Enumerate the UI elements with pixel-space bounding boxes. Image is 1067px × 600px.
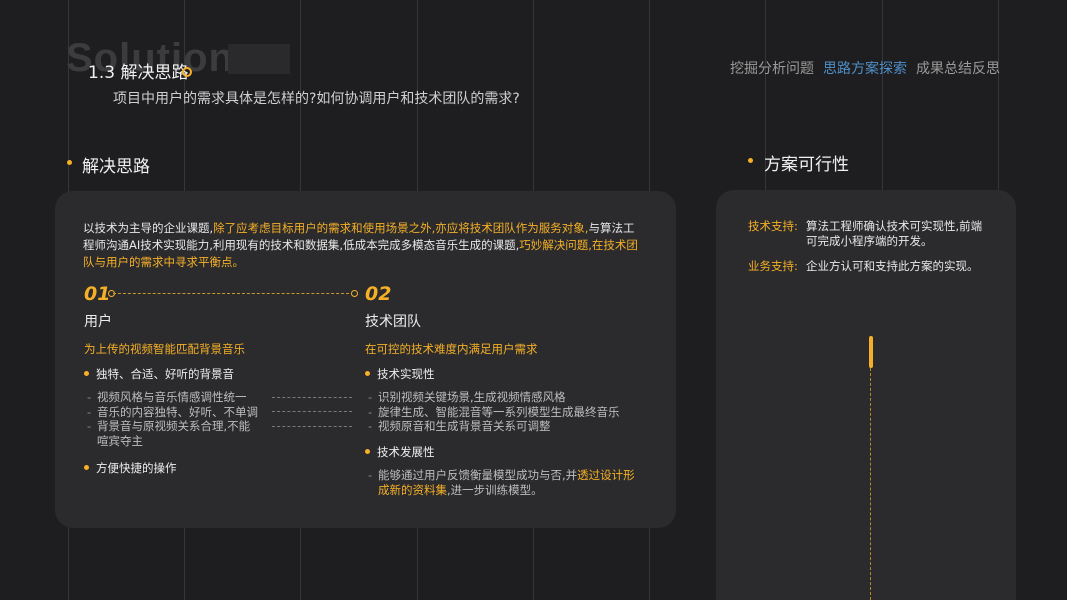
- tech-support-label: 技术支持:: [748, 219, 798, 233]
- intro-paragraph: 以技术为主导的企业课题,除了应考虑目标用户的需求和使用场景之外,亦应将技术团队作…: [83, 220, 638, 271]
- step-number-01: 01: [84, 283, 111, 305]
- connector-end-ring-icon: [351, 290, 358, 297]
- col1-bullet-2-label: 方便快捷的操作: [96, 461, 177, 475]
- col2-bullet-2: 技术发展性: [365, 444, 435, 460]
- nav-item-solution[interactable]: 思路方案探索: [823, 58, 907, 78]
- col2-subtitle: 在可控的技术难度内满足用户需求: [365, 342, 538, 356]
- step-number-02: 02: [365, 283, 392, 305]
- col2-item4-text-b: ,进一步训练模型。: [447, 482, 543, 497]
- timeline-dashed-line: [870, 368, 871, 600]
- col1-bullet-1: 独特、合适、好听的背景音: [84, 366, 234, 382]
- feasibility-panel: [716, 190, 1016, 600]
- intro-highlight-1: 除了应考虑目标用户的需求和使用场景之外,亦应将技术团队作为服务对象,: [213, 221, 589, 235]
- row-connector-line: [272, 411, 352, 412]
- col2-list-item: 视频原音和生成背景音关系可调整: [368, 419, 648, 434]
- heading-dot-icon: [67, 160, 72, 165]
- section-nav: 挖掘分析问题 思路方案探索 成果总结反思: [730, 58, 1000, 78]
- col2-list-item: 识别视频关键场景,生成视频情感风格: [368, 390, 648, 405]
- col2-list-item: 旋律生成、智能混音等一系列模型生成最终音乐: [368, 405, 648, 420]
- row-connector-line: [272, 426, 352, 427]
- col2-bullet-2-label: 技术发展性: [377, 445, 435, 459]
- col2-title: 技术团队: [365, 314, 421, 330]
- step-connector-line: [113, 293, 354, 294]
- col2-list: 识别视频关键场景,生成视频情感风格 旋律生成、智能混音等一系列模型生成最终音乐 …: [368, 390, 648, 434]
- col1-title: 用户: [84, 314, 112, 330]
- tech-support-value: 算法工程师确认技术可实现性,前端可完成小程序端的开发。: [806, 219, 983, 248]
- bullet-dot-icon: [84, 465, 89, 470]
- background-block: [228, 44, 290, 74]
- intro-text-1: 以技术为主导的企业课题,: [83, 221, 214, 235]
- col1-list-item: 视频风格与音乐情感调性统一: [87, 390, 257, 405]
- col2-list-2: 能够通过用户反馈衡量模型成功与否,并透过设计形成新的资料集,进一步训练模型。: [368, 468, 638, 497]
- section-subtitle: 项目中用户的需求具体是怎样的?如何协调用户和技术团队的需求?: [113, 91, 520, 107]
- bullet-dot-icon: [365, 371, 370, 376]
- col1-list-item: 背景音与原视频关系合理,不能喧宾夺主: [87, 419, 257, 448]
- col2-list-item: 能够通过用户反馈衡量模型成功与否,并透过设计形成新的资料集,进一步训练模型。: [368, 468, 638, 497]
- bullet-dot-icon: [84, 371, 89, 376]
- business-support-label: 业务支持:: [748, 259, 798, 273]
- col1-list: 视频风格与音乐情感调性统一 音乐的内容独特、好听、不单调 背景音与原视频关系合理…: [87, 390, 258, 448]
- nav-item-summary[interactable]: 成果总结反思: [916, 58, 1000, 78]
- tech-support-row: 技术支持: 算法工程师确认技术可实现性,前端可完成小程序端的开发。: [748, 219, 984, 249]
- row-connector-line: [272, 397, 352, 398]
- col1-bullet-1-label: 独特、合适、好听的背景音: [96, 367, 234, 381]
- col1-subtitle: 为上传的视频智能匹配背景音乐: [84, 342, 245, 356]
- progress-marker: [869, 336, 873, 368]
- col1-list-item: 音乐的内容独特、好听、不单调: [87, 405, 258, 420]
- left-heading: 解决思路: [82, 157, 150, 177]
- bullet-dot-icon: [365, 449, 370, 454]
- heading-dot-icon: [748, 158, 753, 163]
- business-support-row: 业务支持: 企业方认可和支持此方案的实现。: [748, 259, 1006, 274]
- col2-item4-text-a: 能够通过用户反馈衡量模型成功与否,并: [378, 468, 578, 482]
- section-title: 1.3 解决思路: [88, 63, 189, 83]
- business-support-value: 企业方认可和支持此方案的实现。: [806, 259, 979, 273]
- col1-bullet-2: 方便快捷的操作: [84, 460, 177, 476]
- title-ring-icon: [182, 67, 192, 77]
- col2-bullet-1-label: 技术实现性: [377, 367, 435, 381]
- nav-item-analysis[interactable]: 挖掘分析问题: [730, 58, 814, 78]
- col2-bullet-1: 技术实现性: [365, 366, 435, 382]
- right-heading: 方案可行性: [764, 155, 849, 175]
